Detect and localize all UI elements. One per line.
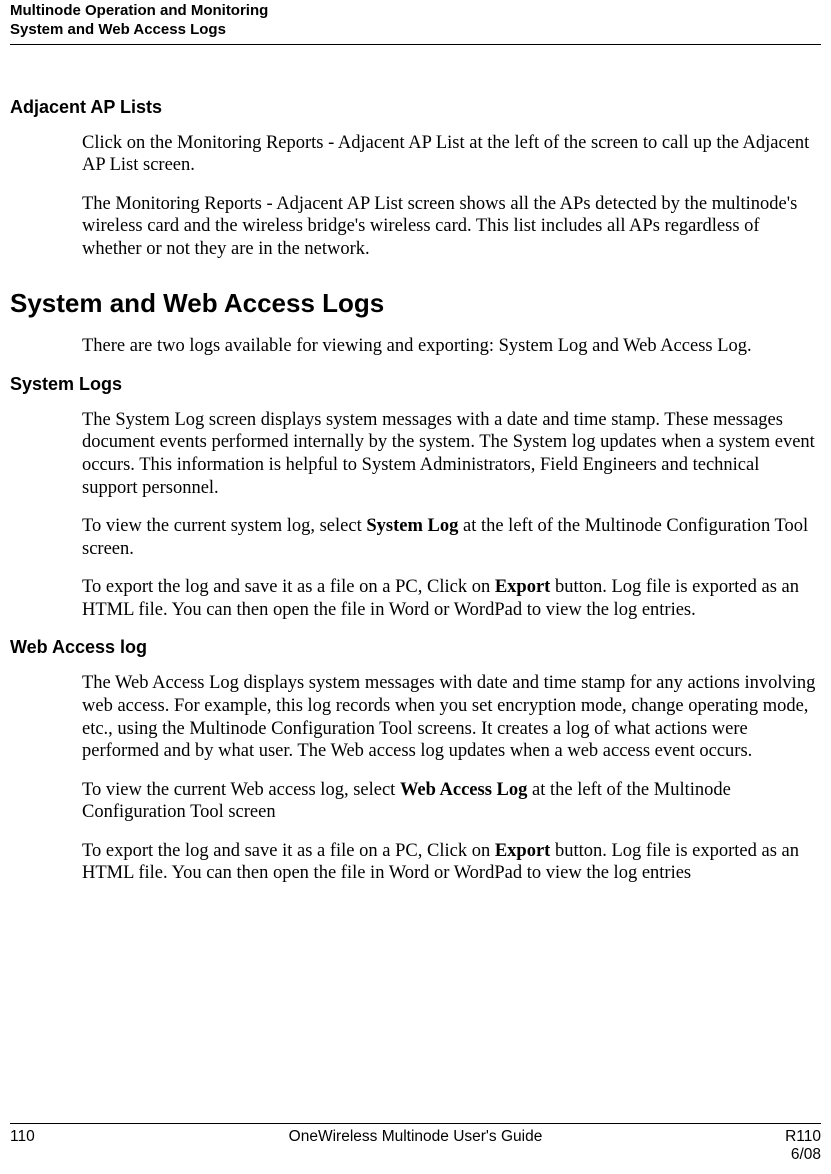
paragraph: To export the log and save it as a file …: [82, 840, 817, 885]
bold-text: Web Access Log: [400, 780, 527, 800]
bold-text: System Log: [366, 516, 458, 536]
footer-row: 6/08: [10, 1146, 821, 1164]
footer-date: 6/08: [701, 1146, 821, 1164]
text-run: To export the log and save it as a file …: [82, 841, 495, 861]
paragraph: To view the current system log, select S…: [82, 515, 817, 560]
document-page: Multinode Operation and Monitoring Syste…: [0, 0, 831, 1174]
page-footer: 110 OneWireless Multinode User's Guide R…: [10, 1123, 821, 1164]
paragraph: The System Log screen displays system me…: [82, 409, 817, 499]
paragraph: To view the current Web access log, sele…: [82, 779, 817, 824]
bold-text: Export: [495, 841, 551, 861]
header-title: Multinode Operation and Monitoring: [10, 2, 821, 21]
paragraph: To export the log and save it as a file …: [82, 576, 817, 621]
text-run: To view the current Web access log, sele…: [82, 780, 400, 800]
paragraph: The Web Access Log displays system messa…: [82, 672, 817, 762]
footer-version: R110: [701, 1128, 821, 1146]
footer-page-number: 110: [10, 1128, 130, 1146]
paragraph: There are two logs available for viewing…: [82, 335, 817, 358]
header-subtitle: System and Web Access Logs: [10, 21, 821, 40]
footer-row: 110 OneWireless Multinode User's Guide R…: [10, 1128, 821, 1146]
page-content: Adjacent AP Lists Click on the Monitorin…: [10, 45, 821, 885]
heading-web-access-log: Web Access log: [10, 637, 821, 658]
heading-system-logs: System Logs: [10, 374, 821, 395]
footer-title: OneWireless Multinode User's Guide: [130, 1128, 701, 1146]
text-run: To export the log and save it as a file …: [82, 577, 495, 597]
page-header: Multinode Operation and Monitoring Syste…: [10, 0, 821, 45]
heading-adjacent-ap-lists: Adjacent AP Lists: [10, 97, 821, 118]
bold-text: Export: [495, 577, 551, 597]
footer-blank: [130, 1146, 701, 1164]
paragraph: Click on the Monitoring Reports - Adjace…: [82, 132, 817, 177]
text-run: To view the current system log, select: [82, 516, 366, 536]
footer-blank: [10, 1146, 130, 1164]
paragraph: The Monitoring Reports - Adjacent AP Lis…: [82, 193, 817, 261]
heading-system-web-access-logs: System and Web Access Logs: [10, 288, 821, 319]
